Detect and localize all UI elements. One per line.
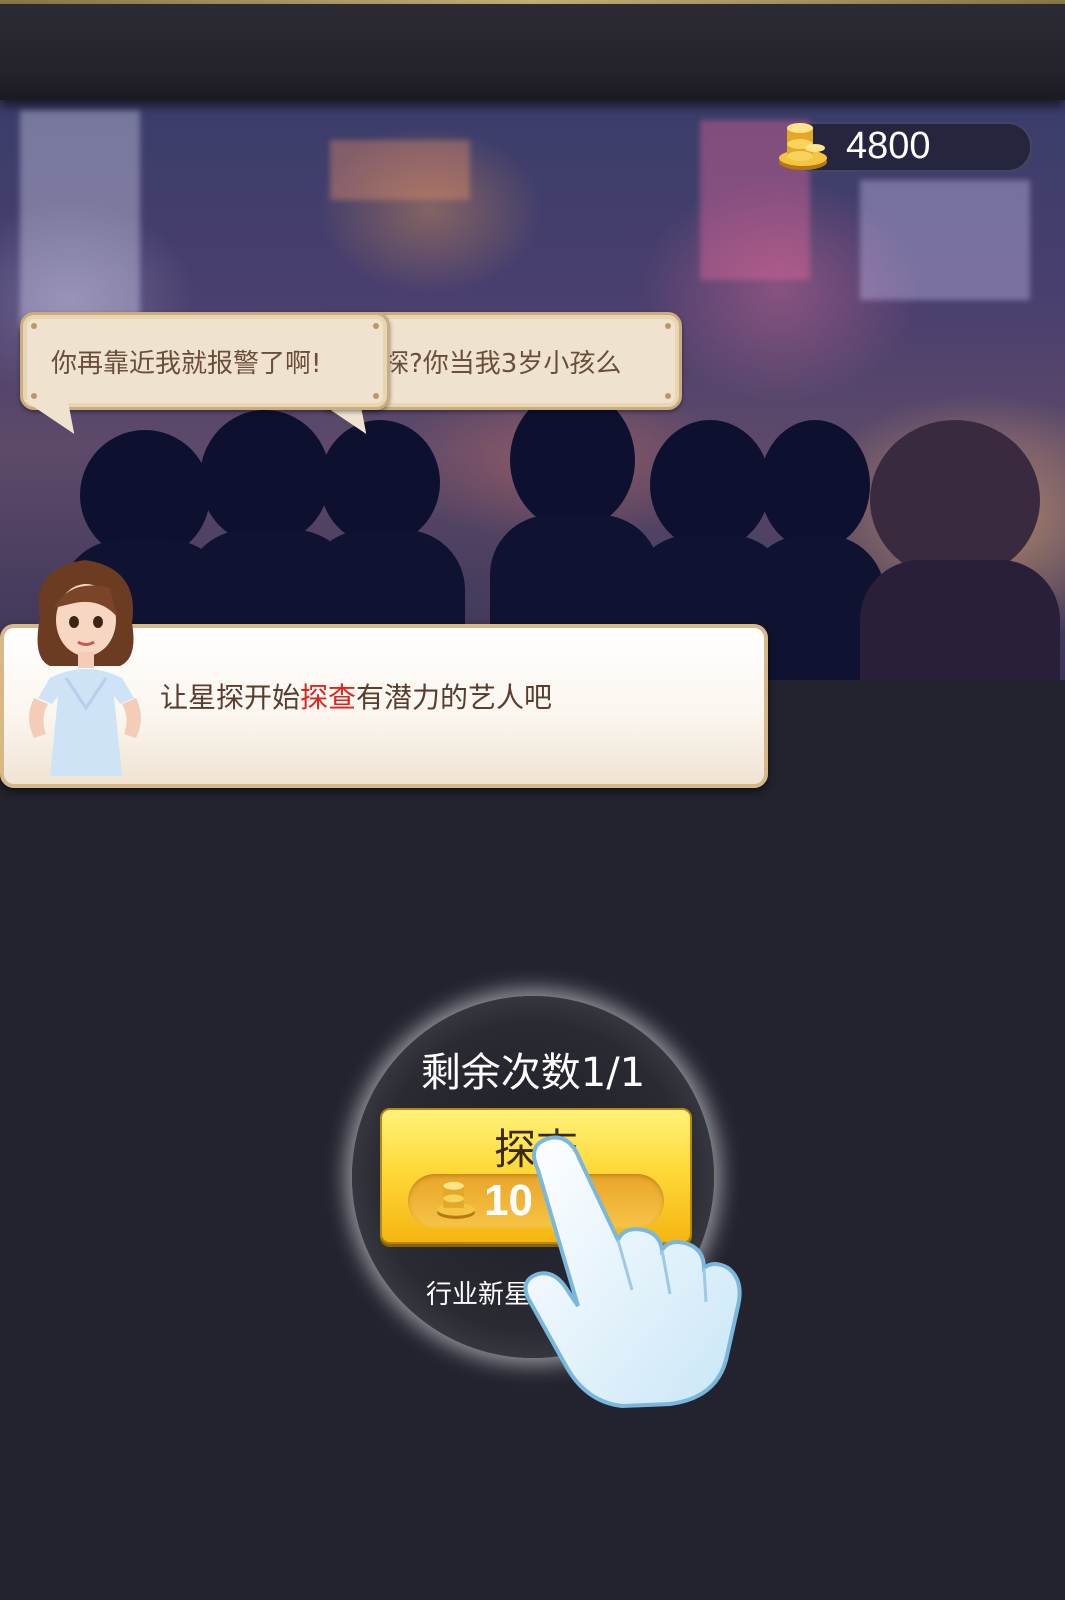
guide-highlight: 探查 [300,681,357,714]
rookie-tier-label: 行业新星 [426,1280,531,1310]
bg-light-block [860,180,1030,300]
silhouette-head [870,420,1040,580]
bg-light-block [330,140,470,200]
speech-bubble-text: 你再靠近我就报警了啊! [51,349,322,379]
silhouette-head [200,410,330,545]
speech-bubble-front: 你再靠近我就报警了啊! [20,312,390,410]
bg-light-block [20,110,140,330]
silhouette-head [760,420,870,550]
guide-girl-avatar [29,560,141,776]
remaining-attempts: 剩余次数1/1 [420,1050,646,1096]
silhouette-head [650,420,770,550]
hand-pointer-icon [523,1135,742,1409]
guide-text: 让星探开始探查有潜力的艺人吧 [160,681,553,714]
silhouette-body [860,560,1060,680]
silhouette-head [320,420,440,545]
top-bar [0,4,1065,100]
speech-bubble-text: 探?你当我3岁小孩么 [383,349,622,379]
gold-coin-stack-icon [437,1181,475,1219]
silhouette-head [510,390,635,530]
gold-coin-stack-icon [779,123,827,170]
coin-amount: 4800 [846,125,931,167]
